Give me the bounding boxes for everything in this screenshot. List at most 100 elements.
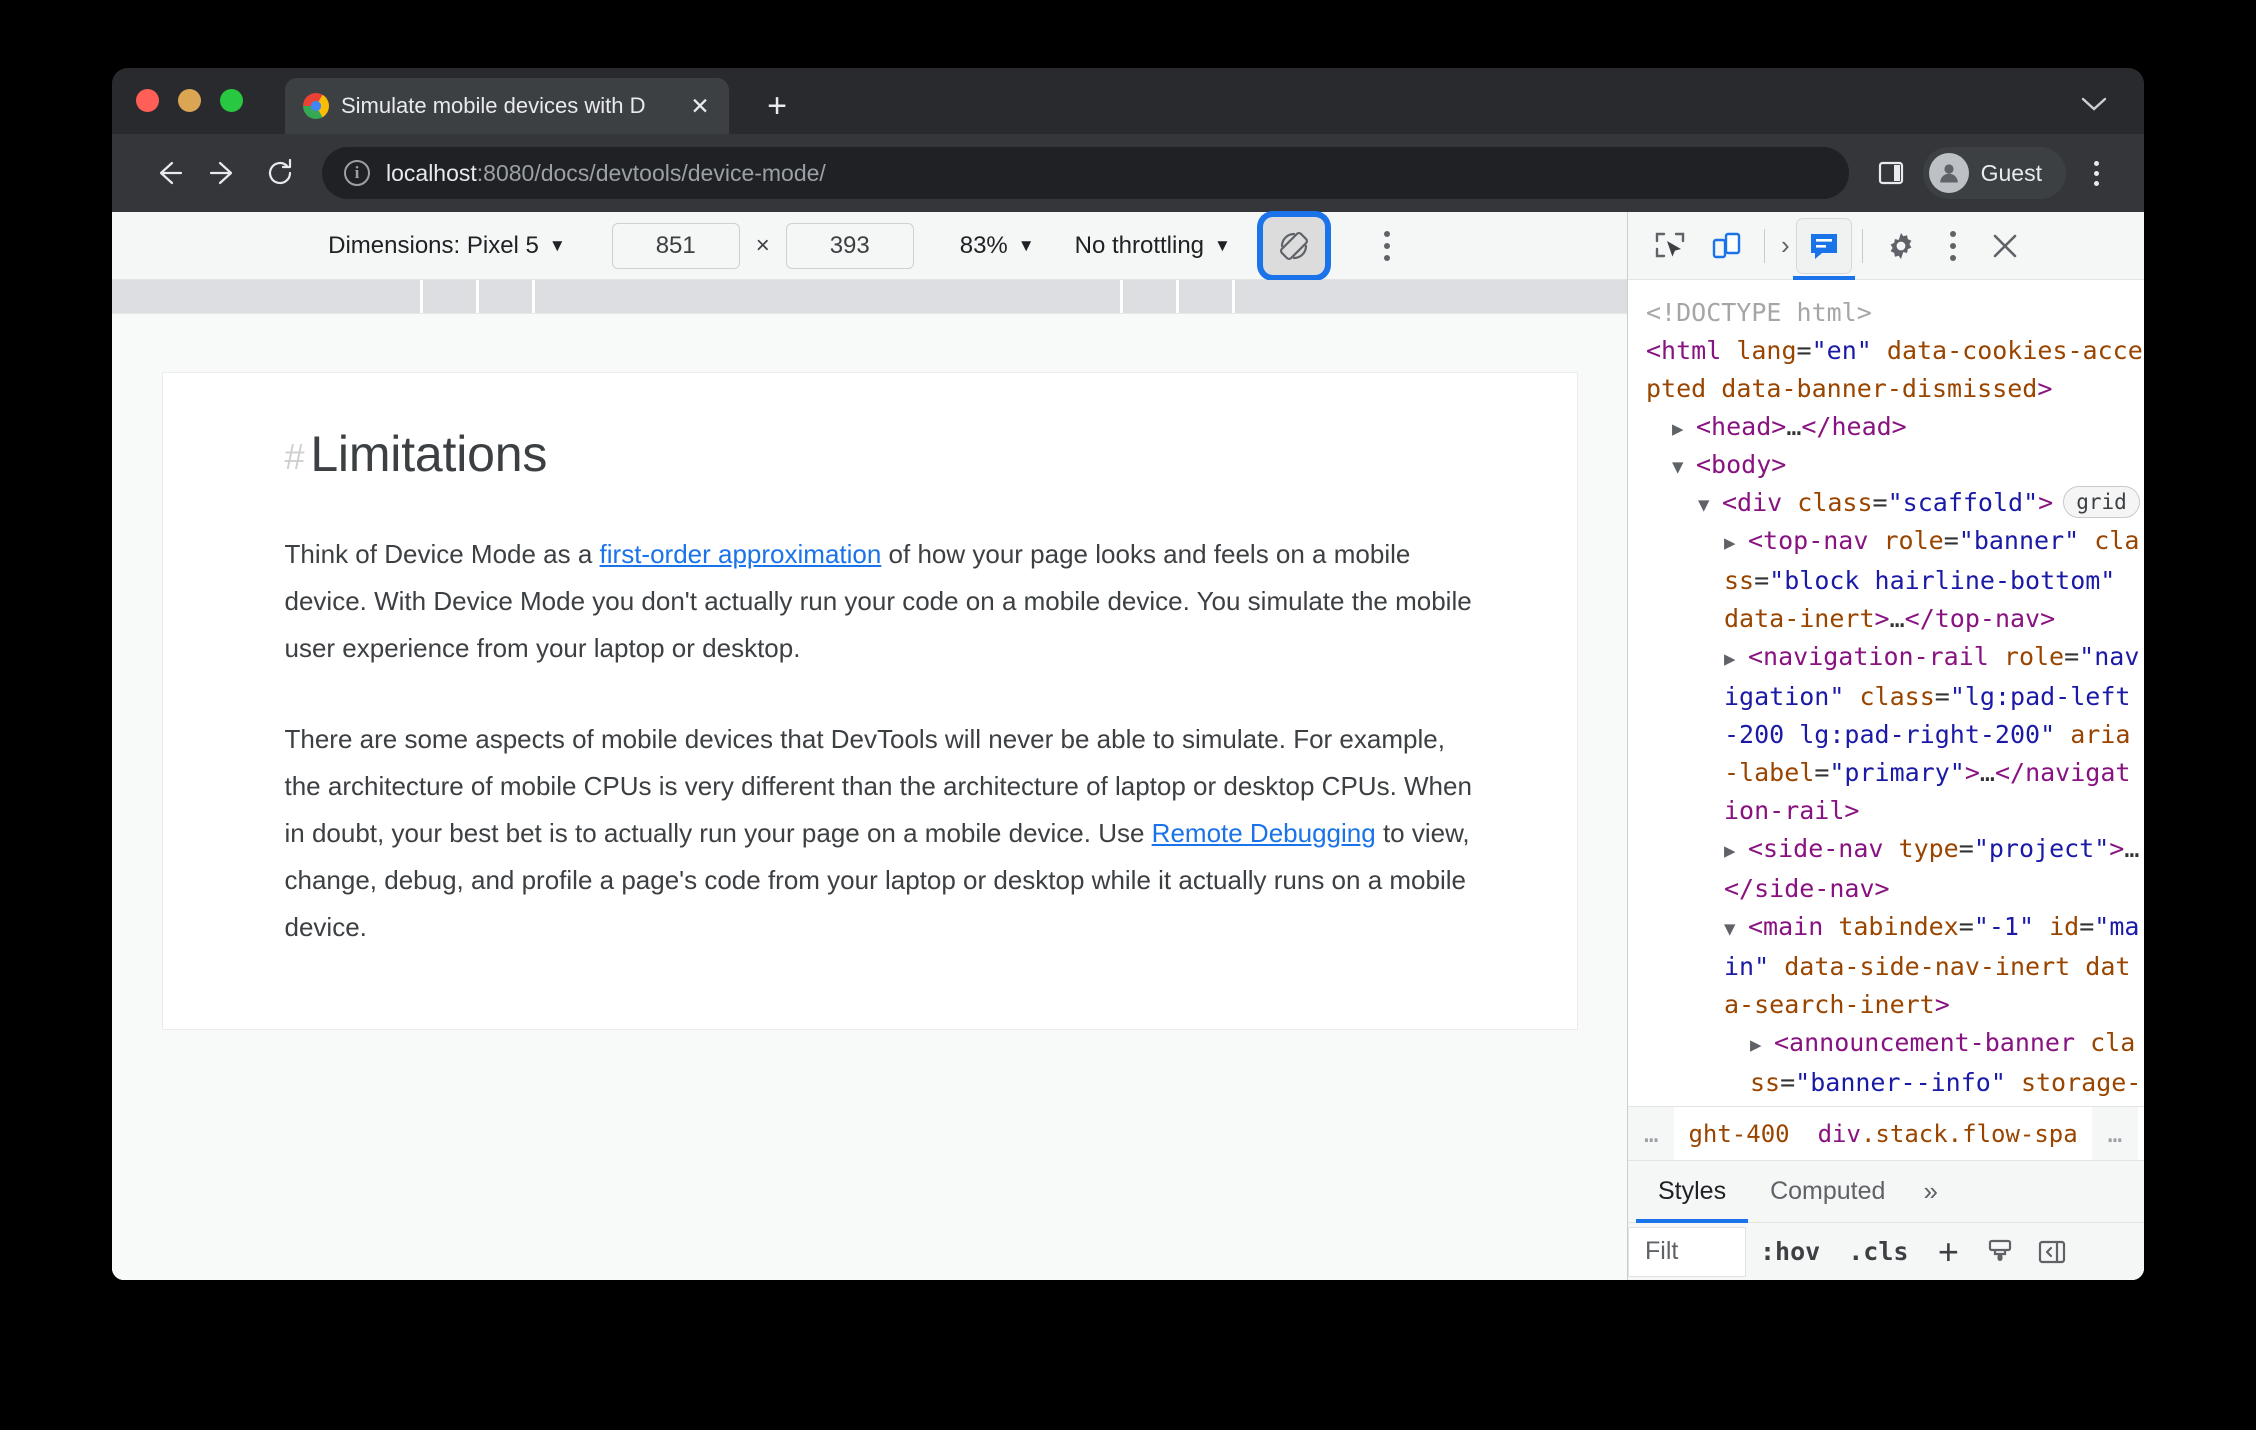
toolbar-divider-2 — [1861, 228, 1863, 263]
content-region: Dimensions: Pixel 5 ▼ 851 × 393 83% ▼ No… — [112, 212, 2144, 1280]
width-input[interactable]: 851 — [611, 222, 740, 269]
first-order-approximation-link[interactable]: first-order approximation — [600, 539, 882, 569]
page-content-card: # Limitations Think of Device Mode as a f… — [161, 372, 1578, 1030]
inspect-element-icon[interactable] — [1642, 218, 1698, 274]
dimension-separator: × — [755, 231, 770, 259]
arrow-left-icon[interactable] — [140, 145, 196, 201]
dom-node-body[interactable]: ▼ <body> — [1646, 446, 2144, 484]
chevron-down-icon: ▼ — [1017, 235, 1035, 255]
ruler-tick — [1120, 280, 1123, 313]
doctype-text: <!DOCTYPE html> — [1646, 298, 1872, 327]
ruler-tick — [532, 280, 535, 313]
avatar — [1928, 153, 1969, 193]
arrow-right-icon[interactable] — [196, 145, 252, 201]
device-toolbar: Dimensions: Pixel 5 ▼ 851 × 393 83% ▼ No… — [112, 212, 1627, 280]
device-mode-pane: Dimensions: Pixel 5 ▼ 851 × 393 83% ▼ No… — [112, 212, 1628, 1280]
devtools-panel: › <!DOCTYPE html> <html lang="en" data-c… — [1628, 212, 2144, 1280]
tab-computed[interactable]: Computed — [1748, 1161, 1907, 1223]
maximize-window-button[interactable] — [220, 88, 243, 112]
new-style-rule-button[interactable]: + — [1922, 1226, 1974, 1278]
height-input[interactable]: 393 — [785, 222, 914, 269]
dom-node-navigation-rail[interactable]: ▶ <navigation-rail role="navigation" clas… — [1646, 638, 2144, 830]
zoom-select[interactable]: 83% ▼ — [960, 232, 1035, 260]
reload-icon[interactable] — [252, 145, 308, 201]
dom-node-doctype[interactable]: <!DOCTYPE html> — [1646, 294, 2144, 332]
ruler-tick — [1232, 280, 1235, 313]
url-path: :8080/docs/devtools/device-mode/ — [476, 159, 826, 186]
device-viewport[interactable]: # Limitations Think of Device Mode as a f… — [112, 314, 1627, 1280]
tab-strip: Simulate mobile devices with D ✕ + — [112, 68, 2144, 134]
url-text: localhost:8080/docs/devtools/device-mode… — [386, 160, 826, 187]
tab-styles[interactable]: Styles — [1636, 1161, 1749, 1223]
throttling-select[interactable]: No throttling ▼ — [1075, 232, 1231, 260]
dom-node-main[interactable]: ▼ <main tabindex="-1" id="main" data-side… — [1646, 908, 2144, 1024]
browser-window: Simulate mobile devices with D ✕ + i loc… — [112, 68, 2144, 1280]
styles-toolbar: Filt :hov .cls + — [1628, 1222, 2144, 1280]
toggle-device-toolbar-icon[interactable] — [1698, 218, 1754, 274]
new-tab-button[interactable]: + — [753, 82, 801, 130]
paragraph-1: Think of Device Mode as a first-order ap… — [285, 531, 1475, 672]
dom-node-div-scaffold[interactable]: ▼ <div class="scaffold"> grid — [1646, 484, 2144, 522]
dom-node-head[interactable]: ▶ <head>…</head> — [1646, 408, 2144, 446]
info-icon[interactable]: i — [344, 160, 370, 186]
profile-name: Guest — [1980, 159, 2042, 186]
toolbar-divider — [1764, 228, 1765, 263]
page-title-text: Limitations — [310, 426, 548, 482]
dom-node-top-nav[interactable]: ▶ <top-nav role="banner" class="block hai… — [1646, 522, 2144, 638]
window-controls — [136, 68, 243, 134]
tab-title: Simulate mobile devices with D — [341, 93, 646, 118]
chevron-down-icon: ▼ — [1214, 235, 1231, 255]
device-toolbar-more-icon[interactable] — [1363, 217, 1411, 275]
profile-button[interactable]: Guest — [1922, 147, 2066, 199]
close-window-button[interactable] — [136, 88, 159, 112]
zoom-label: 83% — [959, 231, 1008, 259]
chrome-icon — [303, 93, 329, 119]
more-tabs-icon[interactable]: » — [1907, 1176, 1953, 1207]
dom-tree[interactable]: <!DOCTYPE html> <html lang="en" data-coo… — [1628, 280, 2144, 1106]
viewport-ruler[interactable] — [112, 280, 1627, 314]
devtools-toolbar: › — [1628, 212, 2144, 280]
remote-debugging-link[interactable]: Remote Debugging — [1152, 818, 1376, 848]
breadcrumb-overflow-left[interactable]: … — [1628, 1107, 1675, 1160]
devtools-more-icon[interactable] — [1929, 218, 1977, 274]
breadcrumb-overflow-right[interactable]: … — [2091, 1107, 2139, 1160]
url-host: localhost — [386, 159, 477, 186]
dom-node-side-nav[interactable]: ▶ <side-nav type="project">…</side-nav> — [1646, 830, 2144, 908]
url-input[interactable]: i localhost:8080/docs/devtools/device-mo… — [322, 147, 1849, 199]
ruler-tick — [420, 280, 423, 313]
dom-node-announcement-banner[interactable]: ▶ <announcement-banner class="banner--inf… — [1646, 1024, 2144, 1106]
toggle-sidebar-icon[interactable] — [2026, 1226, 2078, 1278]
ruler-tick — [1176, 280, 1179, 313]
more-panels-chevron-icon[interactable]: › — [1775, 230, 1796, 261]
device-select-label: Dimensions: Pixel 5 — [328, 231, 539, 259]
device-select[interactable]: Dimensions: Pixel 5 ▼ — [328, 232, 566, 260]
paragraph-2: There are some aspects of mobile devices… — [285, 716, 1475, 951]
paragraph-1-part-a: Think of Device Mode as a — [284, 539, 600, 569]
page-title: # Limitations — [285, 425, 1475, 483]
anchor-hash[interactable]: # — [285, 436, 305, 477]
breadcrumb[interactable]: … ght-400 div.stack.flow-spa … — [1628, 1106, 2144, 1160]
cls-button[interactable]: .cls — [1834, 1237, 1922, 1266]
rotate-device-icon[interactable] — [1262, 216, 1325, 275]
ruler-tick — [476, 280, 479, 313]
address-bar: i localhost:8080/docs/devtools/device-mo… — [112, 134, 2144, 212]
gear-icon[interactable] — [1873, 218, 1929, 274]
paintbrush-icon[interactable] — [1974, 1226, 2026, 1278]
close-icon[interactable] — [1977, 218, 2033, 274]
dom-node-html[interactable]: <html lang="en" data-cookies-accepted da… — [1646, 332, 2144, 408]
minimize-window-button[interactable] — [178, 88, 201, 112]
kebab-menu-icon[interactable] — [2070, 147, 2122, 199]
breadcrumb-item-0[interactable]: ght-400 — [1674, 1120, 1803, 1148]
side-panel-icon[interactable] — [1865, 147, 1917, 199]
hov-button[interactable]: :hov — [1746, 1237, 1834, 1266]
console-panel-icon — [1810, 233, 1837, 259]
throttling-label: No throttling — [1074, 231, 1205, 259]
tab-console[interactable] — [1792, 217, 1855, 280]
grid-badge[interactable]: grid — [2063, 486, 2140, 518]
close-icon[interactable]: ✕ — [685, 91, 715, 121]
chevron-down-icon: ▼ — [548, 235, 566, 255]
breadcrumb-item-1[interactable]: div.stack.flow-spa — [1804, 1120, 2092, 1148]
chevron-down-icon[interactable] — [2070, 80, 2118, 128]
browser-tab[interactable]: Simulate mobile devices with D ✕ — [285, 78, 729, 134]
filter-input[interactable]: Filt — [1628, 1226, 1746, 1277]
